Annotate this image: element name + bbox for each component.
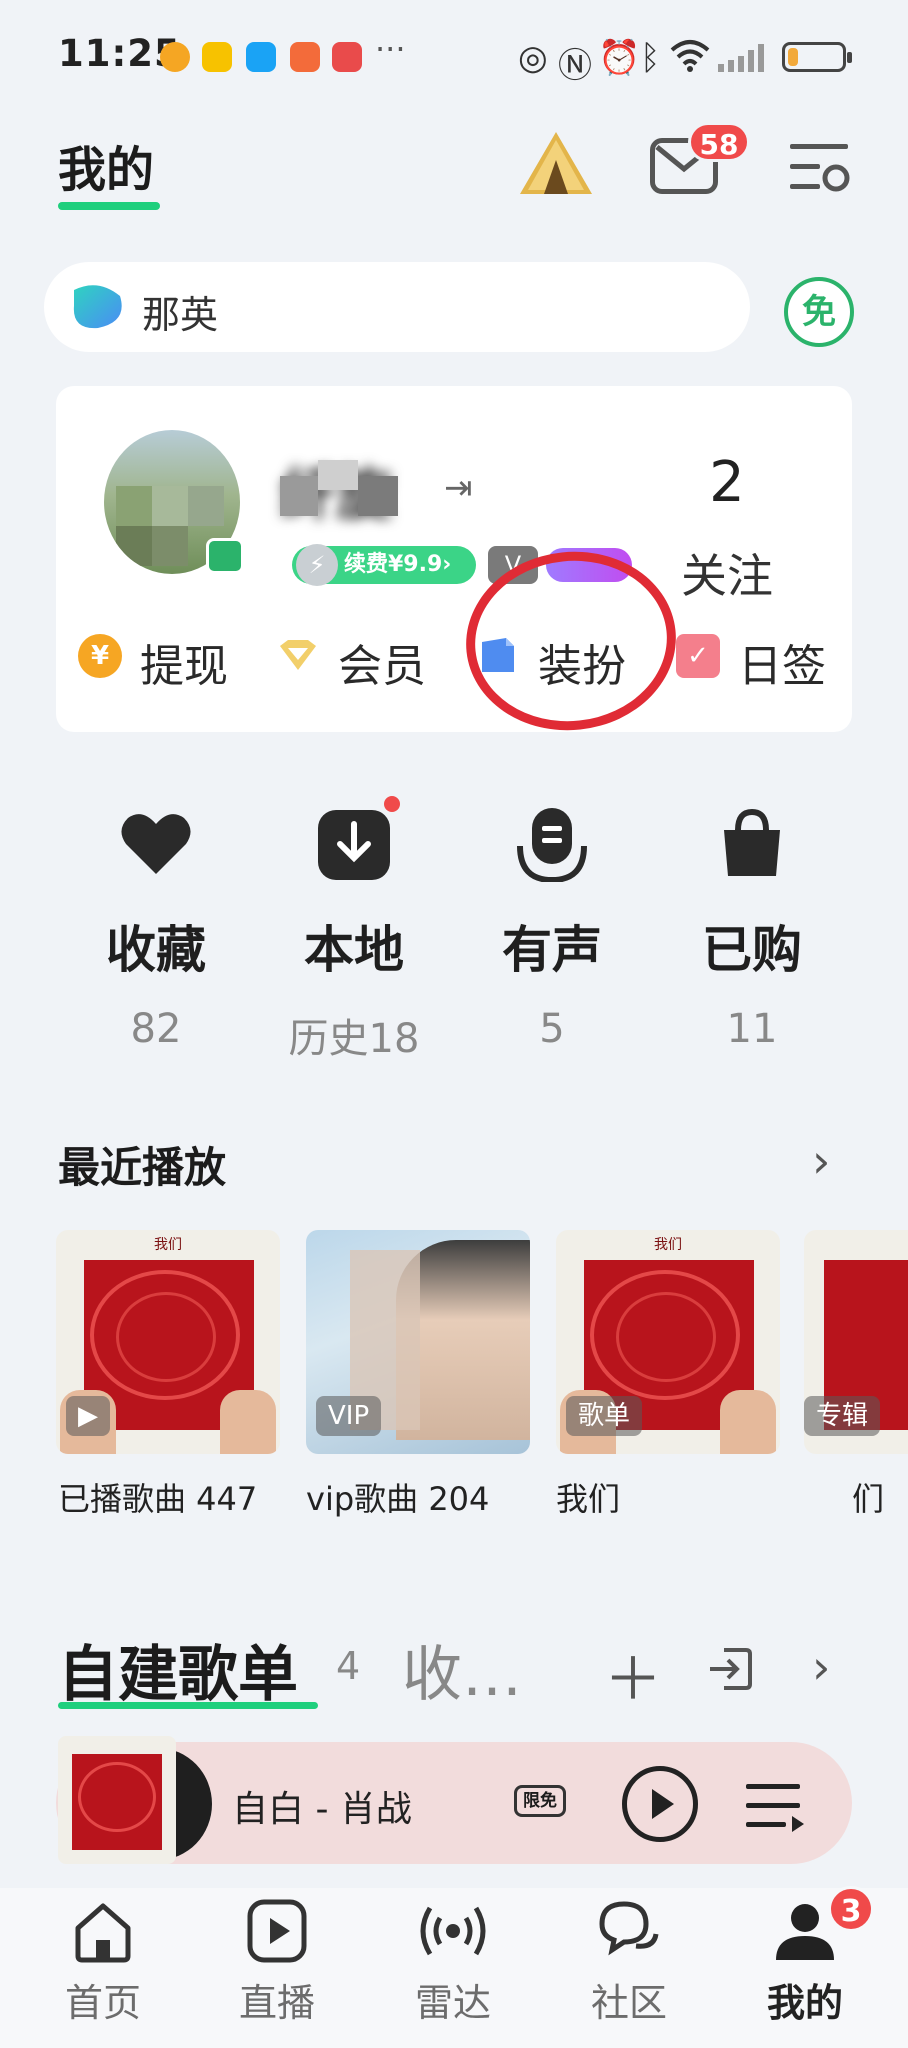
limited-free-badge: 限免 — [514, 1785, 566, 1817]
withdraw-button[interactable]: ¥ 提现 — [78, 630, 248, 692]
battery-icon — [782, 42, 852, 72]
search-text: 那英 — [142, 293, 219, 337]
heart-icon — [118, 806, 194, 882]
vip-diamond-icon — [276, 634, 320, 678]
shortcut-label: 有声 — [502, 921, 602, 979]
audiobook-icon — [514, 806, 590, 884]
app-notification-icon — [290, 42, 320, 72]
bluetooth-icon: ᛒ — [640, 38, 661, 78]
tab-count: 4 — [336, 1644, 361, 1688]
update-dot — [384, 796, 400, 812]
alarm-icon: ⏰ — [598, 38, 641, 78]
album-badge: 专辑 — [804, 1396, 881, 1436]
settings-menu-icon[interactable] — [790, 142, 852, 194]
nav-label: 我的 — [766, 1981, 843, 2025]
import-icon[interactable] — [706, 1646, 754, 1692]
shortcut-count: 5 — [539, 1006, 565, 1052]
nav-community[interactable]: 社区 — [574, 1898, 684, 2027]
logout-icon[interactable]: ⇥ — [444, 468, 473, 508]
download-icon — [316, 806, 392, 882]
chevron-right-icon[interactable]: › — [812, 1640, 830, 1694]
meituan-notification-icon — [202, 42, 232, 72]
nav-live[interactable]: 直播 — [222, 1898, 332, 2027]
free-mode-button[interactable]: 免 — [784, 277, 854, 347]
mail-badge: 58 — [688, 122, 750, 162]
lightning-icon: ⚡ — [296, 544, 338, 586]
daily-sign-button[interactable]: ✓ 日签 — [676, 630, 846, 692]
shortcut-audiobooks[interactable]: 有声 5 — [472, 806, 632, 1052]
cover-caption[interactable]: 们 — [852, 1474, 884, 1520]
recent-title[interactable]: 最近播放 — [58, 1134, 226, 1195]
daily-sign-icon: ✓ — [676, 634, 720, 678]
more-notifications-icon: ··· — [375, 30, 406, 68]
message-notification-icon — [246, 42, 276, 72]
tent-icon[interactable] — [518, 130, 594, 196]
quick-action-label: 日签 — [738, 641, 826, 692]
shortcut-count: 82 — [130, 1006, 182, 1052]
nav-label: 首页 — [64, 1981, 141, 2025]
shortcut-label: 本地 — [304, 921, 404, 979]
username[interactable]: 纤旋 — [280, 450, 400, 528]
wechat-icon — [206, 538, 244, 574]
nav-label: 雷达 — [414, 1981, 491, 2025]
shortcut-count: 历史18 — [288, 1016, 420, 1062]
player-song-title[interactable]: 自白 - 肖战 — [232, 1780, 412, 1832]
tab-active-underline — [58, 1702, 318, 1709]
membership-button[interactable]: 会员 — [276, 630, 446, 692]
tab-my-playlists[interactable]: 自建歌单 — [58, 1626, 298, 1713]
battery-level — [788, 48, 798, 66]
home-icon — [70, 1898, 136, 1964]
follow-count[interactable]: 2 — [680, 450, 774, 515]
yen-coin-icon: ¥ — [78, 634, 122, 678]
game-notification-icon — [332, 42, 362, 72]
vip-badge: VIP — [316, 1396, 382, 1436]
playlist-badge: 歌单 — [566, 1396, 643, 1436]
cover-caption[interactable]: vip歌曲 204 — [306, 1474, 489, 1520]
nav-home[interactable]: 首页 — [48, 1898, 158, 2027]
play-badge: ▶ — [66, 1396, 110, 1436]
playlist-cover[interactable]: 我们 歌单 — [556, 1230, 780, 1454]
chevron-right-icon[interactable]: › — [812, 1134, 830, 1188]
hotspot-icon: ◎ — [518, 38, 548, 78]
player-album-art[interactable] — [58, 1736, 176, 1864]
add-icon[interactable]: ＋ — [604, 1632, 662, 1716]
cover-caption[interactable]: 我们 — [556, 1474, 620, 1520]
playlist-queue-icon[interactable] — [744, 1778, 806, 1834]
nav-radar[interactable]: 雷达 — [398, 1898, 508, 2027]
nav-label: 直播 — [238, 1981, 315, 2025]
shortcut-local[interactable]: 本地 历史18 — [274, 806, 434, 1064]
wifi-icon — [668, 36, 712, 76]
quick-action-label: 提现 — [140, 641, 228, 692]
radar-icon — [420, 1898, 486, 1964]
shortcut-label: 已购 — [702, 921, 802, 979]
nav-badge: 3 — [828, 1886, 874, 1932]
follow-label[interactable]: 关注 — [672, 540, 782, 606]
community-chat-icon — [596, 1898, 662, 1964]
play-button[interactable] — [622, 1766, 698, 1842]
shortcut-label: 收藏 — [106, 921, 206, 979]
weibo-notification-icon — [160, 42, 190, 72]
shopping-bag-icon — [714, 806, 790, 882]
shortcut-count: 11 — [726, 1006, 778, 1052]
nav-label: 社区 — [590, 1981, 667, 2025]
page-title[interactable]: 我的 — [58, 130, 154, 200]
page-title-underline — [58, 202, 160, 210]
shortcut-favorites[interactable]: 收藏 82 — [76, 806, 236, 1052]
tab-collected-playlists[interactable]: 收… — [402, 1626, 522, 1713]
album-cover[interactable]: 专辑 — [804, 1230, 908, 1454]
live-play-icon — [244, 1898, 310, 1964]
recent-played-cover[interactable]: 我们 ▶ — [56, 1230, 280, 1454]
nfc-icon: Ⓝ — [558, 46, 592, 86]
vip-songs-cover[interactable]: VIP — [306, 1230, 530, 1454]
search-logo-icon — [68, 282, 126, 332]
quick-action-label: 会员 — [338, 641, 426, 692]
cover-caption[interactable]: 已播歌曲 447 — [58, 1474, 257, 1520]
shortcut-purchased[interactable]: 已购 11 — [672, 806, 832, 1052]
signal-icon — [718, 44, 770, 76]
